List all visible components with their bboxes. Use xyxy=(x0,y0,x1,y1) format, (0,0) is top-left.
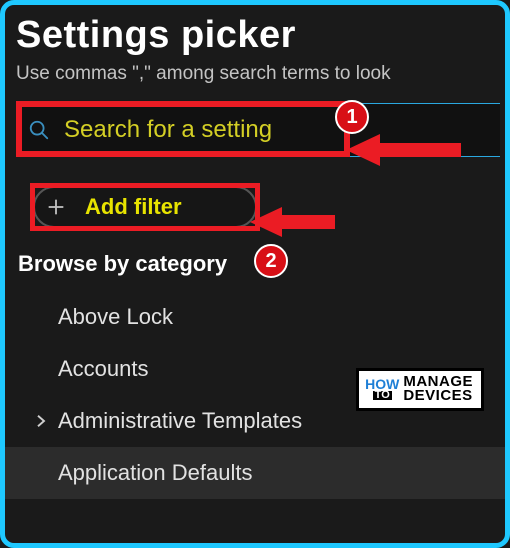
category-item[interactable]: Application Defaults xyxy=(0,447,510,499)
page-subtitle: Use commas "," among search terms to loo… xyxy=(16,63,510,85)
category-label: Application Defaults xyxy=(58,460,252,486)
search-box[interactable] xyxy=(16,103,500,157)
category-label: Above Lock xyxy=(58,304,173,330)
add-filter-label: Add filter xyxy=(85,194,182,220)
search-icon xyxy=(28,119,50,141)
plus-icon xyxy=(45,196,67,218)
chevron-right-icon xyxy=(32,412,50,430)
search-input[interactable] xyxy=(64,116,324,144)
category-label: Administrative Templates xyxy=(58,408,302,434)
browse-heading: Browse by category xyxy=(18,251,510,277)
page-title: Settings picker xyxy=(16,14,510,57)
watermark-logo: HOW TO MANAGE DEVICES xyxy=(356,368,484,411)
category-item[interactable]: Above Lock xyxy=(26,291,510,343)
category-label: Accounts xyxy=(58,356,149,382)
add-filter-button[interactable]: Add filter xyxy=(33,186,257,228)
